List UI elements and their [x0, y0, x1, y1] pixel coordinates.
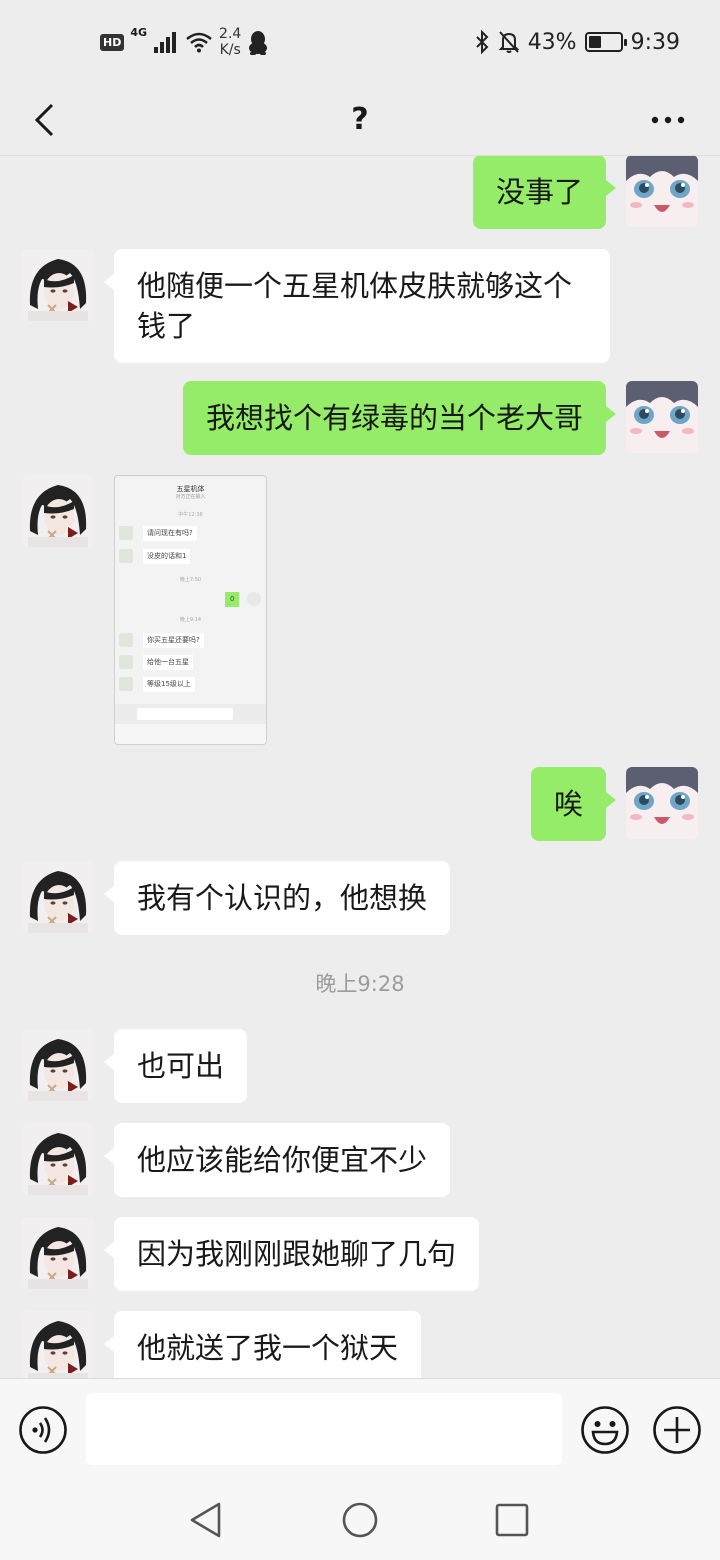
- image-chat-title: 五星机体: [176, 485, 205, 493]
- image-bubble: 等级15级以上: [143, 677, 195, 692]
- system-nav-bar: [0, 1480, 720, 1560]
- status-bar: HD 4G 2.4 K/s 43% 9:39: [0, 0, 720, 84]
- message-bubble[interactable]: 也可出: [103, 1029, 248, 1103]
- image-avatar: [119, 655, 133, 669]
- image-avatar: [247, 592, 261, 606]
- status-right: 43% 9:39: [474, 26, 680, 58]
- emoji-button[interactable]: [580, 1405, 630, 1455]
- emoji-icon: [581, 1406, 629, 1454]
- image-avatar: [119, 677, 133, 691]
- qq-penguin-icon: [249, 31, 268, 55]
- contact-avatar[interactable]: [22, 249, 94, 321]
- time-divider: 晚上9:28: [315, 972, 405, 996]
- image-avatar: [119, 526, 133, 540]
- image-row: 你买五星还要吗?: [119, 633, 259, 650]
- self-avatar[interactable]: [626, 381, 698, 453]
- status-left: HD 4G 2.4 K/s: [100, 24, 269, 60]
- chat-header: ?: [0, 84, 720, 156]
- image-status-bar: [115, 476, 266, 484]
- contact-avatar[interactable]: [22, 861, 94, 933]
- message-bubble[interactable]: 我想找个有绿毒的当个老大哥: [182, 381, 617, 455]
- image-row: 等级15级以上: [119, 677, 259, 694]
- more-dots-icon: [651, 116, 685, 124]
- hd-badge: HD: [100, 33, 125, 51]
- image-row: 0: [215, 592, 263, 609]
- chat-title: ?: [351, 102, 369, 137]
- input-bar: [0, 1378, 720, 1480]
- network-type: 4G: [130, 26, 148, 39]
- clock: 9:39: [630, 29, 680, 55]
- image-time-label: 晚上7:50: [179, 577, 202, 583]
- nav-home-button[interactable]: [340, 1500, 380, 1540]
- contact-avatar[interactable]: [22, 1029, 94, 1101]
- message-input[interactable]: [86, 1393, 562, 1465]
- network-speed: 2.4 K/s: [219, 26, 241, 58]
- speed-unit: K/s: [219, 42, 241, 58]
- message-bubble[interactable]: 没事了: [472, 156, 617, 229]
- contact-avatar[interactable]: [22, 475, 94, 547]
- message-bubble[interactable]: 我有个认识的，他想换: [103, 861, 451, 935]
- image-time-label: 晚上9:14: [179, 617, 202, 623]
- signal-icon: [154, 32, 177, 53]
- message-bubble[interactable]: 他随便一个五星机体皮肤就够这个钱了: [104, 249, 610, 363]
- voice-button[interactable]: [18, 1405, 68, 1455]
- voice-icon: [19, 1406, 67, 1454]
- message-list[interactable]: 没事了 他随便一个五星机体皮肤就够这个钱了 我想找个有绿毒的当个老大哥 五星机体…: [0, 156, 720, 1378]
- image-bubble: 没皮的话和1: [143, 549, 191, 564]
- nav-back-button[interactable]: [186, 1500, 226, 1540]
- bell-muted-icon: [498, 31, 520, 53]
- message-bubble[interactable]: 他就送了我一个狱天: [103, 1311, 422, 1378]
- contact-avatar[interactable]: [22, 1217, 94, 1289]
- image-time-label: 中午12:38: [178, 512, 203, 518]
- more-button[interactable]: [640, 92, 696, 148]
- bluetooth-icon: [475, 30, 489, 54]
- image-bubble: 0: [225, 592, 240, 607]
- image-avatar: [119, 633, 133, 647]
- self-avatar[interactable]: [626, 767, 698, 839]
- image-message[interactable]: 五星机体 对方正在输入 中午12:38 请问现在有吗? 没皮的话和1 晚上7:5…: [114, 475, 267, 745]
- contact-avatar[interactable]: [22, 1123, 94, 1195]
- battery-icon: [584, 32, 627, 52]
- square-recent-icon: [495, 1503, 529, 1537]
- battery-percent: 43%: [527, 29, 577, 55]
- plus-icon: [653, 1406, 701, 1454]
- image-row: 没皮的话和1: [119, 549, 259, 566]
- more-functions-button[interactable]: [652, 1405, 702, 1455]
- image-input-bar: [115, 704, 266, 724]
- image-avatar: [119, 549, 133, 563]
- image-row: 请问现在有吗?: [119, 526, 259, 543]
- image-nav-bar: [115, 724, 266, 744]
- self-avatar[interactable]: [626, 156, 698, 227]
- triangle-back-icon: [190, 1502, 221, 1538]
- image-bubble: 请问现在有吗?: [143, 526, 197, 541]
- nav-recent-button[interactable]: [492, 1500, 532, 1540]
- contact-avatar[interactable]: [22, 1311, 94, 1378]
- speed-value: 2.4: [219, 26, 242, 42]
- image-bubble: 给他一台五星: [143, 655, 193, 670]
- image-bubble: 你买五星还要吗?: [143, 633, 204, 648]
- image-row: 给他一台五星: [119, 655, 259, 672]
- message-bubble[interactable]: 他应该能给你便宜不少: [103, 1123, 451, 1197]
- message-bubble[interactable]: 唉: [530, 767, 617, 841]
- circle-home-icon: [342, 1502, 378, 1538]
- wifi-icon: [186, 32, 212, 53]
- battery-fill: [588, 36, 602, 48]
- image-chat-subtitle: 对方正在输入: [175, 494, 206, 500]
- message-bubble[interactable]: 因为我刚刚跟她聊了几句: [103, 1217, 480, 1291]
